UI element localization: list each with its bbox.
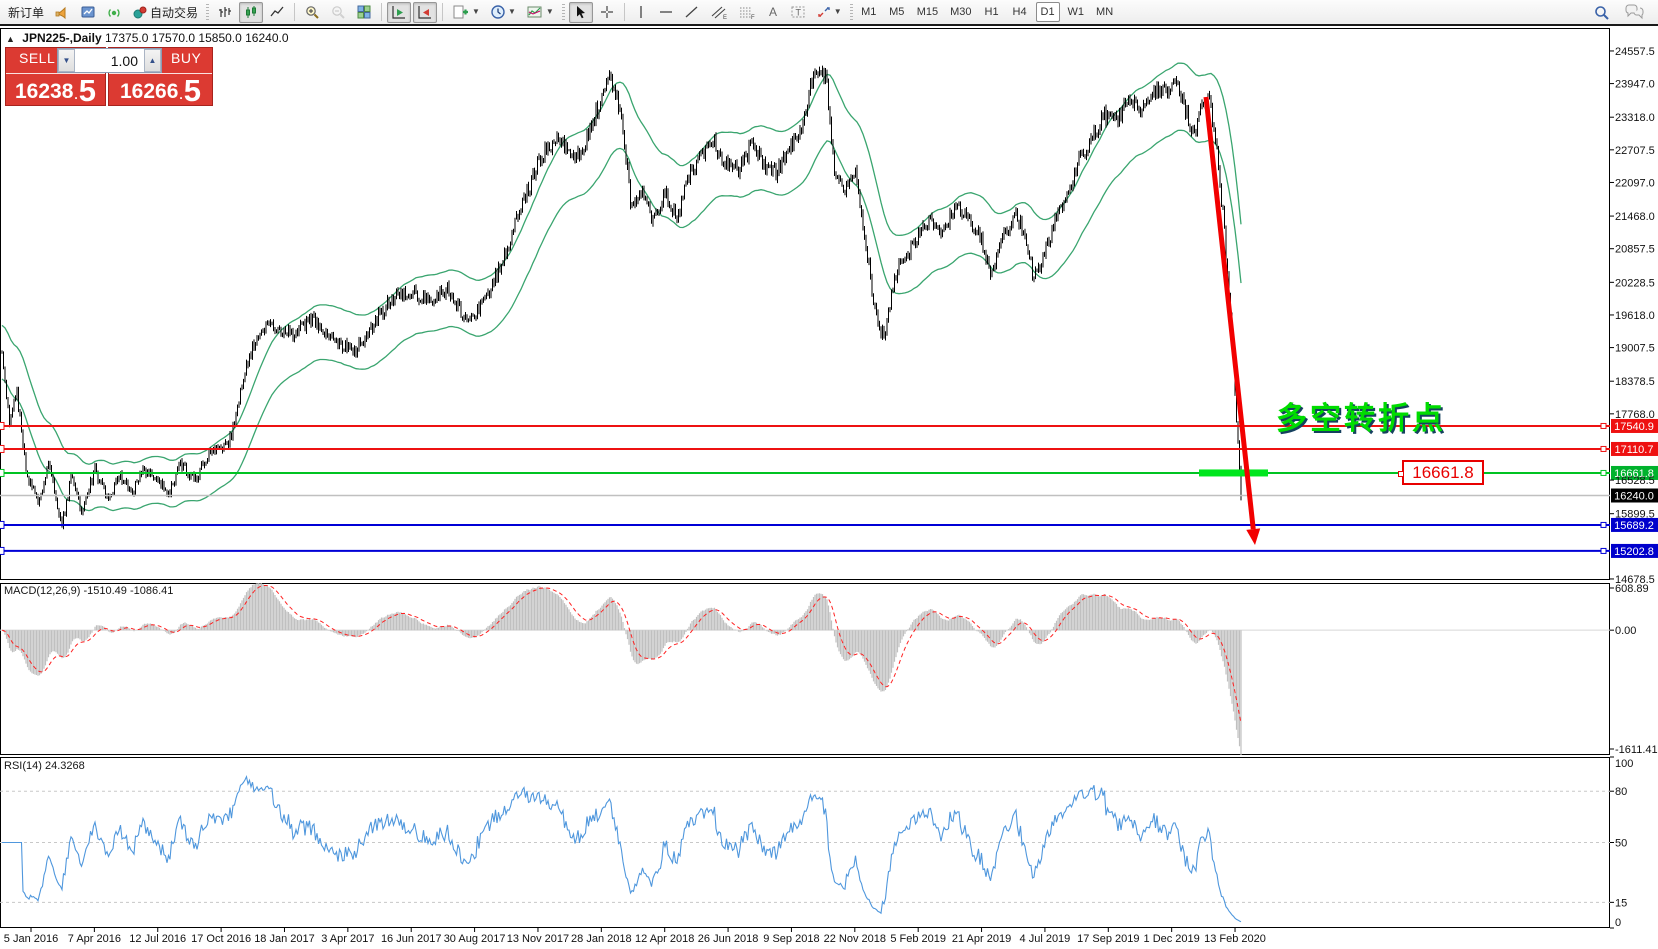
price-tag-label: 17110.7 — [1615, 444, 1654, 456]
line-anchor-square[interactable] — [0, 469, 4, 476]
price-axis-label: 20228.5 — [1615, 277, 1655, 289]
buy-price-dot: . — [179, 85, 182, 105]
macd-axis-label: -1611.41 — [1615, 744, 1658, 756]
chart-title: ▲ JPN225-,Daily 17375.0 17570.0 15850.0 … — [6, 31, 289, 45]
rsi-indicator-label: RSI(14) 24.3268 — [4, 760, 85, 772]
date-axis-label: 3 Apr 2017 — [321, 933, 374, 945]
trend-arrow-head[interactable] — [1246, 528, 1260, 545]
rsi-line — [2, 777, 1241, 922]
chart-symbol-period: JPN225-,Daily — [22, 31, 101, 45]
collapse-chart-icon[interactable]: ▲ — [6, 34, 15, 44]
macd-signal-line — [2, 586, 1241, 724]
date-axis-label: 22 Nov 2018 — [824, 933, 886, 945]
date-axis-label: 13 Nov 2017 — [507, 933, 569, 945]
price-axis-label: 19618.0 — [1615, 310, 1655, 322]
volume-control: ▼ 1.00 ▲ — [57, 48, 162, 73]
price-axis-label: 17768.0 — [1615, 409, 1655, 421]
date-axis-label: 7 Apr 2016 — [68, 933, 121, 945]
buy-price-main: 16266 — [120, 79, 178, 105]
rsi-axis-label: 50 — [1615, 838, 1627, 850]
price-axis-label: 24557.5 — [1615, 46, 1655, 58]
volume-decrease-button[interactable]: ▼ — [58, 49, 75, 72]
date-axis-label: 13 Feb 2020 — [1204, 933, 1266, 945]
price-axis-label: 20857.5 — [1615, 244, 1655, 256]
date-axis-label: 5 Jan 2016 — [4, 933, 58, 945]
price-axis-label: 23318.0 — [1615, 112, 1655, 124]
candlestick-series — [2, 66, 1241, 530]
sell-price-main: 16238 — [15, 79, 73, 105]
price-axis-label: 22097.0 — [1615, 177, 1655, 189]
date-axis-label: 12 Jul 2016 — [129, 933, 186, 945]
line-anchor-square[interactable] — [1601, 470, 1606, 475]
date-axis-label: 4 Jul 2019 — [1020, 933, 1071, 945]
date-axis-label: 12 Apr 2018 — [635, 933, 694, 945]
floating-price-value: 16661.8 — [1412, 463, 1473, 483]
line-anchor-square[interactable] — [1601, 446, 1606, 451]
line-anchor-square[interactable] — [0, 422, 4, 429]
one-click-trade-panel: SELL BUY 16238.5 16266.5 ▼ 1.00 ▲ — [5, 47, 213, 106]
rsi-axis-label: 15 — [1615, 897, 1627, 909]
buy-price-big-digit: 5 — [184, 76, 201, 105]
volume-increase-button[interactable]: ▲ — [144, 49, 161, 72]
price-axis-label: 22707.5 — [1615, 145, 1655, 157]
sell-price-dot: . — [74, 85, 77, 105]
date-axis-label: 21 Apr 2019 — [952, 933, 1011, 945]
buy-price[interactable]: 16266.5 — [109, 73, 212, 105]
price-axis-label: 15899.5 — [1615, 509, 1655, 521]
volume-input[interactable]: 1.00 — [75, 49, 144, 72]
date-axis-label: 16 Jun 2017 — [381, 933, 442, 945]
date-axis-label: 1 Dec 2019 — [1144, 933, 1200, 945]
rsi-axis-label: 100 — [1615, 758, 1633, 770]
envelope-upper-band — [2, 63, 1241, 464]
macd-histogram — [2, 583, 1241, 755]
line-anchor-square[interactable] — [0, 445, 4, 452]
price-tag-label: 15689.2 — [1614, 520, 1654, 532]
floating-price-tag[interactable]: 16661.8 — [1402, 460, 1484, 485]
macd-axis-label: 608.89 — [1615, 583, 1649, 595]
date-axis-label: 9 Sep 2018 — [763, 933, 819, 945]
trend-arrow-line[interactable] — [1206, 97, 1253, 529]
date-axis-label: 30 Aug 2017 — [444, 933, 506, 945]
sell-price-big-digit: 5 — [79, 76, 96, 105]
price-axis-label: 18378.5 — [1615, 376, 1655, 388]
price-axis-label: 16528.5 — [1615, 475, 1655, 487]
line-anchor-square[interactable] — [0, 547, 4, 554]
sell-label[interactable]: SELL — [19, 50, 55, 66]
rsi-axis-label: 80 — [1615, 786, 1627, 798]
price-tag-label: 16240.0 — [1614, 491, 1654, 503]
price-tag-label: 15202.8 — [1614, 546, 1654, 558]
highlight-segment[interactable] — [1199, 469, 1268, 476]
sell-price[interactable]: 16238.5 — [6, 73, 105, 105]
line-anchor-square[interactable] — [0, 521, 4, 528]
buy-label[interactable]: BUY — [171, 50, 201, 66]
chart-ohlc-values: 17375.0 17570.0 15850.0 16240.0 — [105, 31, 289, 45]
date-axis-label: 5 Feb 2019 — [890, 933, 946, 945]
macd-axis-label: 0.00 — [1615, 625, 1636, 637]
date-axis-label: 17 Oct 2016 — [191, 933, 251, 945]
tag-anchor-square — [1398, 471, 1404, 477]
date-axis-label: 18 Jan 2017 — [254, 933, 315, 945]
turning-point-annotation[interactable]: 多空转折点 — [1276, 393, 1446, 438]
date-axis-label: 28 Jan 2018 — [571, 933, 632, 945]
price-axis-label: 23947.0 — [1615, 79, 1655, 91]
price-tag-label: 17540.9 — [1614, 421, 1654, 433]
price-axis-label: 21468.0 — [1615, 211, 1655, 223]
date-axis-label: 26 Jun 2018 — [698, 933, 759, 945]
line-anchor-square[interactable] — [1601, 548, 1606, 553]
line-anchor-square[interactable] — [1601, 522, 1606, 527]
macd-indicator-label: MACD(12,26,9) -1510.49 -1086.41 — [4, 585, 173, 597]
date-axis-label: 17 Sep 2019 — [1077, 933, 1139, 945]
rsi-axis-label: 0 — [1615, 917, 1621, 929]
line-anchor-square[interactable] — [1601, 423, 1606, 428]
price-axis-label: 19007.5 — [1615, 343, 1655, 355]
